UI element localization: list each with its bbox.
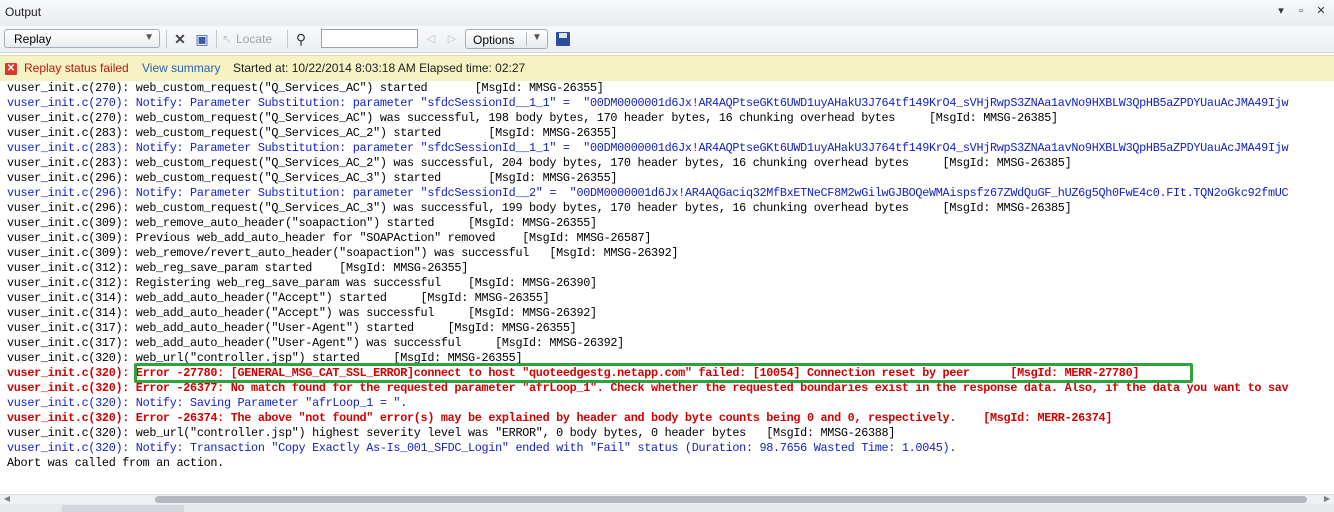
panel-title: Output bbox=[5, 5, 42, 19]
bottom-tab-strip bbox=[0, 504, 1334, 512]
view-summary-link[interactable]: View summary bbox=[142, 61, 220, 75]
search-input[interactable] bbox=[321, 29, 418, 48]
log-line: vuser_init.c(309): web_remove/revert_aut… bbox=[7, 246, 679, 260]
toolbar-divider bbox=[216, 30, 217, 48]
replay-status-bar: ✕ Replay status failed View summary Star… bbox=[0, 55, 1334, 83]
log-line: vuser_init.c(270): web_custom_request("Q… bbox=[7, 111, 1058, 125]
find-next-icon[interactable]: ▷ bbox=[445, 31, 459, 47]
scroll-right-icon[interactable]: ▶ bbox=[1322, 494, 1332, 504]
error-highlight-box bbox=[134, 363, 1193, 383]
log-line-error: vuser_init.c(320): Error -26374: The abo… bbox=[7, 411, 1113, 425]
save-icon[interactable] bbox=[556, 32, 570, 46]
log-line: vuser_init.c(312): Registering web_reg_s… bbox=[7, 276, 597, 290]
chevron-down-icon[interactable]: ▼ bbox=[532, 32, 542, 43]
toolbar-divider bbox=[166, 30, 167, 48]
log-line: vuser_init.c(314): web_add_auto_header("… bbox=[7, 291, 550, 305]
log-line: vuser_init.c(270): web_custom_request("Q… bbox=[7, 81, 604, 95]
options-button[interactable]: Options ▼ bbox=[465, 29, 548, 49]
log-line: vuser_init.c(317): web_add_auto_header("… bbox=[7, 336, 624, 350]
log-line: vuser_init.c(309): Previous web_add_auto… bbox=[7, 231, 652, 245]
log-line-notify: vuser_init.c(320): Notify: Saving Parame… bbox=[7, 396, 407, 410]
log-line: vuser_init.c(296): web_custom_request("Q… bbox=[7, 201, 1072, 215]
output-toolbar: Replay ▼ ✕ ▣ ↖ Locate ⚲ ◁ ▷ Options ▼ bbox=[0, 26, 1334, 53]
output-panel-header: Output ▾ ▫ ✕ bbox=[0, 0, 1334, 27]
window-controls: ▾ ▫ ✕ bbox=[1274, 4, 1328, 18]
log-line: vuser_init.c(296): web_custom_request("Q… bbox=[7, 171, 618, 185]
replay-status-text: Replay status failed bbox=[24, 61, 129, 75]
clear-x-icon[interactable]: ✕ bbox=[171, 30, 189, 48]
scrollbar-thumb[interactable] bbox=[155, 496, 1307, 503]
locate-button[interactable]: ↖ Locate bbox=[222, 30, 272, 48]
scroll-left-icon[interactable]: ◀ bbox=[2, 494, 12, 504]
replay-timing-info: Started at: 10/22/2014 8:03:18 AM Elapse… bbox=[233, 61, 526, 75]
log-line: vuser_init.c(312): web_reg_save_param st… bbox=[7, 261, 468, 275]
locate-icon: ↖ bbox=[222, 32, 233, 46]
dropdown-icon[interactable]: ▾ bbox=[1274, 4, 1288, 18]
options-divider bbox=[526, 32, 527, 46]
log-line: vuser_init.c(283): web_custom_request("Q… bbox=[7, 156, 1072, 170]
log-line-notify: vuser_init.c(283): Notify: Parameter Sub… bbox=[7, 141, 1289, 155]
output-type-value: Replay bbox=[14, 32, 52, 46]
log-line: Abort was called from an action. bbox=[7, 456, 224, 470]
log-line: vuser_init.c(283): web_custom_request("Q… bbox=[7, 126, 618, 140]
error-icon: ✕ bbox=[5, 63, 17, 75]
output-type-select[interactable]: Replay ▼ bbox=[4, 29, 160, 48]
locate-label: Locate bbox=[236, 32, 273, 46]
window-icon[interactable]: ▣ bbox=[193, 30, 211, 48]
log-line: vuser_init.c(314): web_add_auto_header("… bbox=[7, 306, 597, 320]
log-line: vuser_init.c(309): web_remove_auto_heade… bbox=[7, 216, 597, 230]
chevron-down-icon: ▼ bbox=[144, 32, 154, 43]
log-line: vuser_init.c(317): web_add_auto_header("… bbox=[7, 321, 577, 335]
options-label: Options bbox=[473, 33, 515, 47]
log-line-notify: vuser_init.c(296): Notify: Parameter Sub… bbox=[7, 186, 1289, 200]
find-previous-icon[interactable]: ◁ bbox=[424, 31, 438, 47]
log-line-error: vuser_init.c(320): Error -26377: No matc… bbox=[7, 381, 1289, 395]
search-icon[interactable]: ⚲ bbox=[292, 30, 310, 48]
bottom-tab[interactable] bbox=[62, 505, 184, 512]
output-log[interactable]: vuser_init.c(270): web_custom_request("Q… bbox=[0, 81, 1334, 494]
log-line: vuser_init.c(320): web_url("controller.j… bbox=[7, 426, 896, 440]
toolbar-divider bbox=[287, 30, 288, 48]
close-icon[interactable]: ✕ bbox=[1314, 4, 1328, 18]
restore-icon[interactable]: ▫ bbox=[1294, 4, 1308, 18]
log-line-notify: vuser_init.c(270): Notify: Parameter Sub… bbox=[7, 96, 1289, 110]
log-line-notify: vuser_init.c(320): Notify: Transaction "… bbox=[7, 441, 957, 455]
